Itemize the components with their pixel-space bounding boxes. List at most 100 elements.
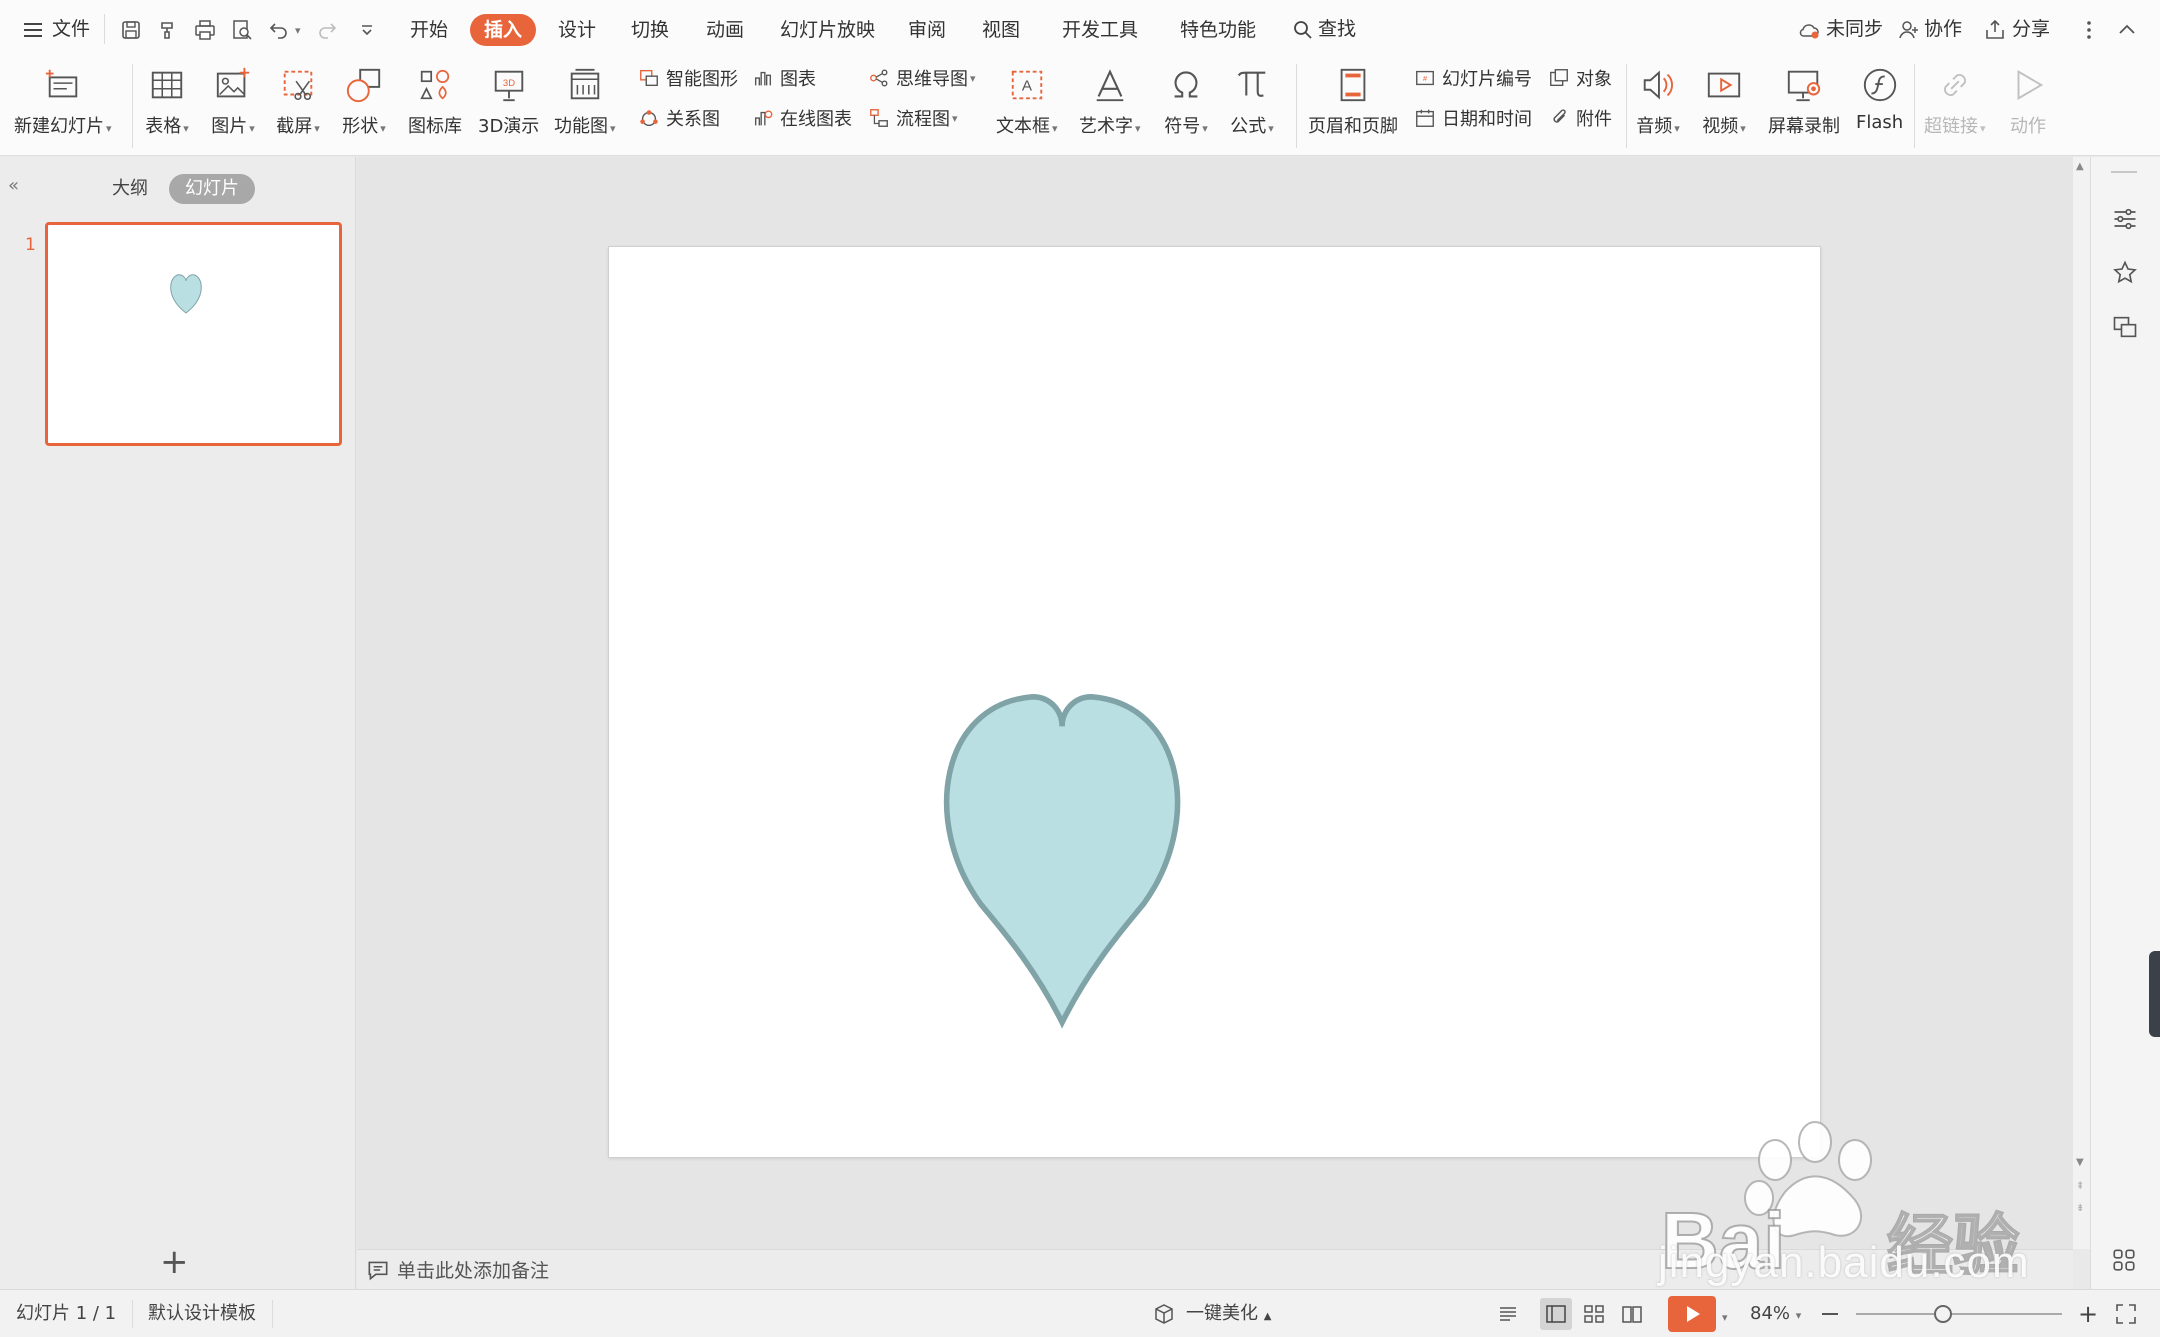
tab-insert[interactable]: 插入	[470, 14, 537, 46]
smart-art-button[interactable]: 智能图形	[636, 64, 738, 92]
tab-special-features[interactable]: 特色功能	[1180, 14, 1256, 46]
fit-window-icon[interactable]	[2110, 1298, 2142, 1330]
word-art-icon	[1088, 62, 1132, 108]
picture-button[interactable]: 图片 ▾	[211, 62, 255, 138]
header-footer-label: 页眉和页脚	[1308, 116, 1398, 137]
slideshow-dropdown-icon[interactable]: ▾	[1722, 1306, 1728, 1330]
properties-icon[interactable]	[2111, 205, 2139, 237]
animation-star-icon[interactable]	[2111, 259, 2139, 291]
zoom-level[interactable]: 84% ▾	[1750, 1302, 1801, 1328]
search-label[interactable]: 查找	[1318, 16, 1356, 42]
share-icon[interactable]	[1980, 15, 2010, 45]
sync-status[interactable]: 未同步	[1826, 16, 1883, 42]
zoom-in-icon[interactable]: +	[2078, 1302, 2098, 1326]
format-painter-icon[interactable]	[153, 15, 183, 45]
tab-animation[interactable]: 动画	[706, 14, 744, 46]
hamburger-menu-icon[interactable]	[18, 15, 48, 45]
beautify-icon[interactable]	[1148, 1298, 1180, 1330]
previous-slide-icon[interactable]: ⇞	[2076, 1181, 2084, 1192]
zoom-slider[interactable]	[1856, 1305, 2062, 1323]
slideshow-play-button[interactable]	[1668, 1296, 1716, 1332]
function-chart-button[interactable]: 功能图 ▾	[554, 62, 616, 138]
beautify-label: 一键美化	[1186, 1303, 1258, 1324]
slide-canvas[interactable]	[609, 247, 1820, 1157]
transition-icon[interactable]	[2111, 313, 2139, 345]
flash-button[interactable]: Flash	[1856, 62, 1903, 133]
collapse-panel-icon[interactable]: «	[8, 175, 19, 196]
mind-map-button[interactable]: 思维导图 ▾	[866, 64, 976, 92]
chart-button[interactable]: 图表	[750, 64, 816, 92]
heart-shape-group[interactable]	[943, 694, 1181, 1029]
tab-developer[interactable]: 开发工具	[1062, 14, 1138, 46]
collaborate-label[interactable]: 协作	[1924, 16, 1962, 42]
slide-number-button[interactable]: # 幻灯片编号	[1412, 64, 1532, 92]
print-icon[interactable]	[190, 15, 220, 45]
zoom-slider-thumb[interactable]	[1933, 1305, 1952, 1323]
tab-view[interactable]: 视图	[982, 14, 1020, 46]
online-chart-button[interactable]: 在线图表	[750, 104, 852, 132]
collapse-ribbon-icon[interactable]	[2112, 15, 2142, 45]
flow-chart-button[interactable]: 流程图 ▾	[866, 104, 958, 132]
grid-view-icon[interactable]	[2111, 1247, 2137, 1277]
tab-review[interactable]: 审阅	[908, 14, 946, 46]
text-box-button[interactable]: A 文本框 ▾	[996, 62, 1058, 138]
relation-chart-button[interactable]: 关系图	[636, 104, 720, 132]
side-widget-tab[interactable]	[2149, 951, 2160, 1037]
undo-dropdown-icon[interactable]: ▾	[295, 18, 301, 44]
attachment-button[interactable]: 附件	[1546, 104, 1612, 132]
shape-button[interactable]: 形状 ▾	[342, 62, 386, 138]
notes-toggle-icon[interactable]	[1492, 1298, 1524, 1330]
object-button[interactable]: 对象	[1546, 64, 1612, 92]
more-options-icon[interactable]	[2074, 15, 2104, 45]
scroll-up-arrow-icon[interactable]: ▲	[2076, 161, 2084, 172]
tab-slides[interactable]: 幻灯片	[169, 174, 255, 204]
table-button[interactable]: 表格 ▾	[145, 62, 189, 138]
share-label[interactable]: 分享	[2012, 16, 2050, 42]
save-icon[interactable]	[116, 15, 146, 45]
3d-demo-button[interactable]: 3D 3D演示	[478, 62, 539, 138]
svg-text:3D: 3D	[503, 78, 515, 89]
slide-sorter-icon[interactable]	[1578, 1298, 1610, 1330]
icon-library-button[interactable]: 图标库	[408, 62, 462, 138]
formula-button[interactable]: 公式 ▾	[1230, 62, 1274, 138]
video-label: 视频	[1702, 116, 1739, 137]
screen-record-label: 屏幕录制	[1768, 116, 1840, 137]
collaborate-icon[interactable]	[1894, 15, 1924, 45]
normal-view-icon[interactable]	[1540, 1298, 1572, 1330]
tab-home[interactable]: 开始	[410, 14, 448, 46]
one-click-beautify[interactable]: 一键美化 ▲	[1186, 1302, 1271, 1329]
undo-icon[interactable]	[264, 15, 294, 45]
divider	[1914, 64, 1915, 148]
right-sidebar	[2090, 157, 2160, 1289]
add-slide-icon[interactable]: +	[160, 1245, 189, 1279]
design-template[interactable]: 默认设计模板	[148, 1302, 256, 1326]
paperclip-icon	[1546, 105, 1572, 131]
print-preview-icon[interactable]	[227, 15, 257, 45]
symbol-button[interactable]: 符号 ▾	[1164, 62, 1208, 138]
screen-record-button[interactable]: 屏幕录制	[1768, 62, 1840, 138]
word-art-button[interactable]: 艺术字 ▾	[1079, 62, 1141, 138]
tab-design[interactable]: 设计	[558, 14, 596, 46]
next-slide-icon[interactable]: ⇟	[2076, 1203, 2084, 1214]
slide-thumbnail[interactable]	[45, 222, 342, 446]
date-time-button[interactable]: 日期和时间	[1412, 104, 1532, 132]
tab-slideshow[interactable]: 幻灯片放映	[780, 14, 875, 46]
audio-button[interactable]: 音频 ▾	[1636, 62, 1680, 138]
customize-quick-access-icon[interactable]	[352, 15, 382, 45]
header-footer-button[interactable]: 页眉和页脚	[1308, 62, 1398, 138]
scroll-down-arrow-icon[interactable]: ▼	[2076, 1157, 2084, 1168]
tab-outline[interactable]: 大纲	[112, 174, 148, 204]
zoom-out-icon[interactable]	[1822, 1313, 1838, 1315]
vertical-scrollbar[interactable]: ▲ ▼ ⇞ ⇟	[2073, 157, 2090, 1249]
screenshot-button[interactable]: 截屏 ▾	[276, 62, 320, 138]
divider	[132, 64, 133, 148]
search-icon[interactable]	[1288, 15, 1318, 45]
video-button[interactable]: 视频 ▾	[1702, 62, 1746, 138]
file-menu[interactable]: 文件	[52, 16, 90, 42]
hyperlink-button: 超链接 ▾	[1924, 62, 1986, 138]
reading-view-icon[interactable]	[1616, 1298, 1648, 1330]
tab-transition[interactable]: 切换	[631, 14, 669, 46]
cloud-sync-icon[interactable]	[1794, 15, 1824, 45]
header-footer-icon	[1331, 62, 1375, 108]
new-slide-button[interactable]: 新建幻灯片 ▾	[14, 62, 112, 138]
